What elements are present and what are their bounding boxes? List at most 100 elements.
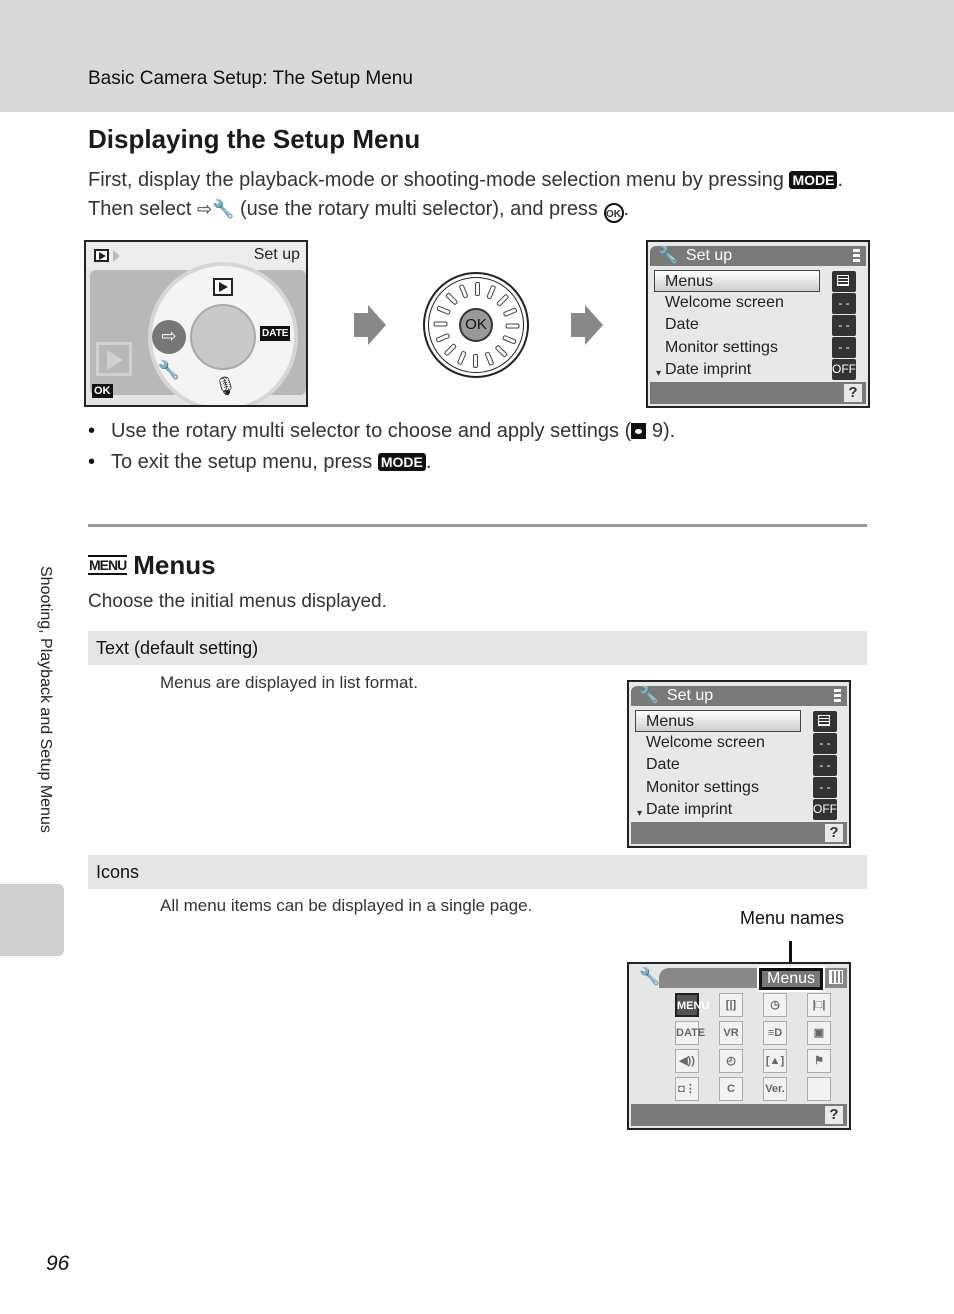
bullet-item: To exit the setup menu, press MODE. bbox=[88, 447, 675, 478]
menu-value: OFF bbox=[813, 799, 837, 820]
page-number: 96 bbox=[46, 1252, 70, 1275]
bullet-text: To exit the setup menu, press bbox=[111, 451, 373, 473]
menu-list-icon bbox=[832, 271, 856, 292]
menu-icon-cell: ◘⋮ bbox=[675, 1077, 699, 1101]
section-header: Basic Camera Setup: The Setup Menu bbox=[88, 68, 413, 89]
intro-end: . bbox=[623, 198, 630, 220]
grid-view-icon bbox=[829, 970, 843, 984]
option-description: Menus are displayed in list format. bbox=[160, 673, 418, 692]
dial-tick bbox=[475, 282, 480, 296]
screen-title: Set up bbox=[685, 247, 733, 264]
wrench-icon: 🔧 bbox=[639, 687, 659, 704]
option-description: All menu items can be displayed in a sin… bbox=[160, 896, 533, 915]
mode-selection-screen: Set up ⇨🔧 DATE 🎙 OK bbox=[84, 240, 308, 407]
playback-mode-icon bbox=[213, 278, 233, 296]
menu-row: Monitor settings bbox=[646, 779, 759, 796]
page-reference-icon bbox=[631, 423, 647, 439]
dial-tick bbox=[433, 321, 448, 327]
section-title: MENU Menus bbox=[88, 550, 216, 581]
bullet-end: . bbox=[425, 451, 432, 473]
large-playback-icon bbox=[96, 342, 132, 376]
menu-row: Menus bbox=[654, 270, 820, 292]
menu-list-icon bbox=[813, 711, 837, 732]
scroll-down-icon: ▾ bbox=[637, 808, 643, 819]
screen-footer: ? bbox=[631, 822, 847, 844]
menu-icon-cell: [|] bbox=[719, 993, 743, 1017]
side-tab-label: Shooting, Playback and Setup Menus bbox=[37, 566, 54, 833]
ok-button: OK bbox=[459, 308, 493, 342]
help-icon: ? bbox=[825, 1106, 843, 1124]
menu-row: Date imprint bbox=[665, 361, 752, 378]
screen-title: Set up bbox=[666, 687, 714, 704]
menu-icon-cell: ≡D bbox=[763, 1021, 787, 1045]
menu-row: Date bbox=[646, 756, 680, 773]
menu-name-box: Menus bbox=[757, 966, 825, 992]
header-band bbox=[0, 0, 954, 112]
menu-icon-cell bbox=[807, 1077, 831, 1101]
menu-row: Welcome screen bbox=[646, 734, 765, 751]
menu-row: Menus bbox=[635, 710, 801, 732]
mode-dial-center bbox=[190, 304, 256, 370]
setup-menu-screen-text: 🔧 Set up Menus Welcome screen - - Date - … bbox=[627, 680, 851, 848]
section-divider bbox=[88, 524, 867, 527]
setup-wrench-icon: ⇨🔧 bbox=[196, 199, 235, 219]
help-icon: ? bbox=[825, 824, 843, 842]
setup-menu-screen: 🔧 Set up Menus Welcome screen - - Date - … bbox=[646, 240, 870, 408]
setup-wrench-icon: ⇨🔧 bbox=[152, 320, 186, 381]
callout-label: Menu names bbox=[740, 908, 845, 928]
rotary-multi-selector: OK bbox=[423, 272, 529, 378]
screen-label: Set up bbox=[253, 246, 300, 263]
dial-tick bbox=[473, 354, 478, 368]
page-title: Displaying the Setup Menu bbox=[88, 124, 421, 154]
setup-menu-icon-screen: 🔧 Menus MENU [|] ◷ |□| DATE VR ≡D ▣ ◀)) ◴ [▲] ⚑ ◘⋮ C V… bbox=[627, 962, 851, 1130]
bullet-item: Use the rotary multi selector to choose … bbox=[88, 416, 675, 447]
menu-row: Date imprint bbox=[646, 801, 733, 818]
menu-icon-cell: Ver. bbox=[763, 1077, 787, 1101]
menu-icon-cell: ◷ bbox=[763, 993, 787, 1017]
playback-icon bbox=[94, 249, 109, 262]
menu-icon-cell: |□| bbox=[807, 993, 831, 1017]
scrollbar-icon bbox=[853, 249, 860, 263]
menu-row: Date bbox=[665, 316, 699, 333]
menu-value: - - bbox=[832, 293, 856, 314]
menu-icon-cell: MENU bbox=[675, 993, 709, 1017]
menu-icon-cell: ⚑ bbox=[807, 1049, 831, 1073]
menu-icon-cell: ◀)) bbox=[675, 1049, 699, 1073]
wrench-icon: 🔧 bbox=[639, 967, 661, 986]
screen-footer: ? bbox=[650, 382, 866, 404]
menu-value: - - bbox=[813, 755, 837, 776]
menu-icon-cell: VR bbox=[719, 1021, 743, 1045]
bullet-text: Use the rotary multi selector to choose … bbox=[111, 420, 632, 442]
option-header: Icons bbox=[88, 855, 867, 889]
menu-icon-cell: DATE bbox=[675, 1021, 705, 1045]
mode-button-glyph: MODE bbox=[377, 453, 426, 471]
dial-tick bbox=[505, 323, 520, 329]
voice-memo-icon: 🎙 bbox=[214, 376, 237, 397]
help-icon: ? bbox=[844, 384, 862, 402]
section-title-text: Menus bbox=[133, 550, 216, 580]
menu-icon-cell: [▲] bbox=[763, 1049, 787, 1073]
scrollbar-icon bbox=[834, 689, 841, 703]
page-reference: 9). bbox=[651, 420, 676, 442]
ok-badge: OK bbox=[92, 384, 113, 398]
menu-row: Welcome screen bbox=[665, 294, 784, 311]
menu-icon-cell: ◴ bbox=[719, 1049, 743, 1073]
screen-title-bar: 🔧 Set up bbox=[631, 686, 847, 706]
date-icon: DATE bbox=[260, 326, 291, 341]
menu-icon-cell: C bbox=[719, 1077, 743, 1101]
section-lead: Choose the initial menus displayed. bbox=[88, 591, 387, 612]
intro-paragraph: First, display the playback-mode or shoo… bbox=[88, 166, 878, 224]
bullet-list: Use the rotary multi selector to choose … bbox=[88, 416, 675, 478]
screen-footer: ? bbox=[631, 1104, 847, 1126]
arrow-right-icon bbox=[113, 250, 120, 262]
intro-text-1: First, display the playback-mode or shoo… bbox=[88, 169, 784, 191]
intro-text-3: (use the rotary multi selector), and pre… bbox=[240, 198, 598, 220]
menu-icon-cell: ▣ bbox=[807, 1021, 831, 1045]
side-tab bbox=[0, 884, 64, 956]
scroll-down-icon: ▾ bbox=[656, 368, 662, 379]
screen-title-bar: 🔧 Set up bbox=[650, 246, 866, 266]
menu-value: - - bbox=[832, 337, 856, 358]
ok-button-glyph: OK bbox=[603, 203, 624, 223]
menu-value: - - bbox=[832, 315, 856, 336]
menu-value: OFF bbox=[832, 359, 856, 380]
